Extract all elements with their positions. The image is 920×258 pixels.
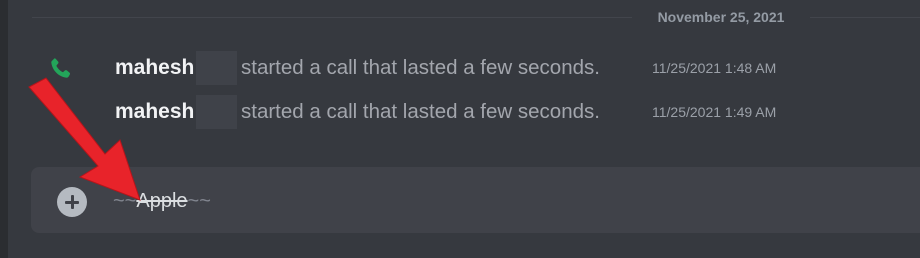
markdown-strike-close: ~~ [187, 190, 211, 212]
strikethrough-text: Apple [136, 190, 188, 212]
message-input[interactable]: ~~Apple~~ [113, 188, 211, 214]
left-panel-edge [0, 0, 8, 258]
message-row: mahesh started a call that lasted a few … [0, 95, 920, 129]
message-text: started a call that lasted a few seconds… [241, 56, 600, 79]
message-row: mahesh started a call that lasted a few … [0, 51, 920, 85]
message-timestamp: 11/25/2021 1:48 AM [652, 60, 777, 76]
plus-circle-icon[interactable] [57, 187, 87, 217]
date-divider: November 25, 2021 [657, 9, 785, 25]
message-text: started a call that lasted a few seconds… [241, 100, 600, 123]
message-timestamp: 11/25/2021 1:49 AM [652, 104, 777, 120]
message-author[interactable]: mahesh [115, 55, 194, 81]
markdown-strike-open: ~~ [113, 190, 137, 212]
redacted-name-block [196, 95, 237, 129]
redacted-name-block [196, 51, 237, 85]
date-divider-line-left [32, 17, 632, 18]
message-author[interactable]: mahesh [115, 99, 194, 125]
date-divider-line-right [810, 17, 920, 18]
